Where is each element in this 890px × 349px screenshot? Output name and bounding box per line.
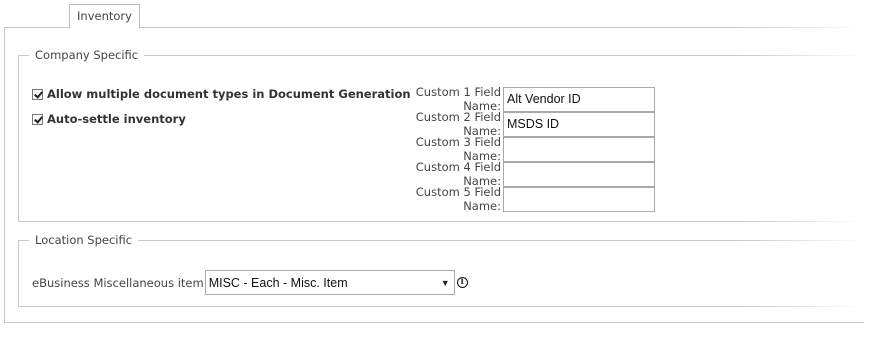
location-group-top-border (19, 240, 865, 241)
auto-settle-inventory-option[interactable]: Auto-settle inventory (32, 112, 186, 126)
location-specific-legend: Location Specific (29, 232, 139, 248)
custom-3-field-input[interactable] (503, 136, 655, 162)
ebusiness-misc-item-row: eBusiness Miscellaneous item MISC - Each… (32, 270, 468, 295)
ebusiness-misc-item-select[interactable]: MISC - Each - Misc. Item ▼ (204, 270, 455, 295)
allow-multiple-doc-types-checkbox[interactable] (32, 88, 43, 100)
ebusiness-misc-item-label: eBusiness Miscellaneous item (32, 275, 204, 290)
auto-settle-inventory-checkbox[interactable] (32, 113, 43, 125)
custom-5-field-label: Custom 5 Field Name: (415, 185, 501, 213)
allow-multiple-doc-types-label: Allow multiple document types in Documen… (47, 87, 411, 101)
company-group-bottom-border (19, 221, 865, 222)
custom-5-field-input[interactable] (503, 186, 655, 212)
custom-2-field-row: Custom 2 Field Name: (381, 110, 655, 138)
custom-1-field-row: Custom 1 Field Name: (381, 85, 655, 113)
ebusiness-misc-item-selected-value: MISC - Each - Misc. Item (208, 275, 348, 290)
custom-4-field-input[interactable] (503, 161, 655, 187)
info-icon[interactable]: i (456, 277, 468, 288)
allow-multiple-doc-types-option[interactable]: Allow multiple document types in Documen… (32, 87, 411, 101)
custom-2-field-label: Custom 2 Field Name: (415, 110, 501, 138)
location-group-bottom-border (19, 306, 865, 307)
custom-2-field-input[interactable] (503, 111, 655, 137)
custom-3-field-row: Custom 3 Field Name: (381, 135, 655, 163)
dropdown-arrow-icon: ▼ (440, 277, 450, 288)
custom-4-field-label: Custom 4 Field Name: (415, 160, 501, 188)
company-group-top-border (19, 55, 865, 56)
custom-3-field-label: Custom 3 Field Name: (415, 135, 501, 163)
custom-1-field-label: Custom 1 Field Name: (415, 85, 501, 113)
custom-5-field-row: Custom 5 Field Name: (381, 185, 655, 213)
tab-panel-bottom-border (4, 322, 864, 323)
company-specific-legend: Company Specific (29, 47, 145, 63)
inventory-settings-page: Inventory Company Specific Allow multipl… (0, 0, 890, 349)
location-specific-group: Location Specific eBusiness Miscellaneou… (18, 232, 865, 307)
custom-4-field-row: Custom 4 Field Name: (381, 160, 655, 188)
auto-settle-inventory-label: Auto-settle inventory (47, 112, 186, 126)
tab-inventory[interactable]: Inventory (69, 4, 140, 29)
custom-1-field-input[interactable] (503, 86, 655, 112)
company-specific-group: Company Specific Allow multiple document… (18, 47, 865, 222)
